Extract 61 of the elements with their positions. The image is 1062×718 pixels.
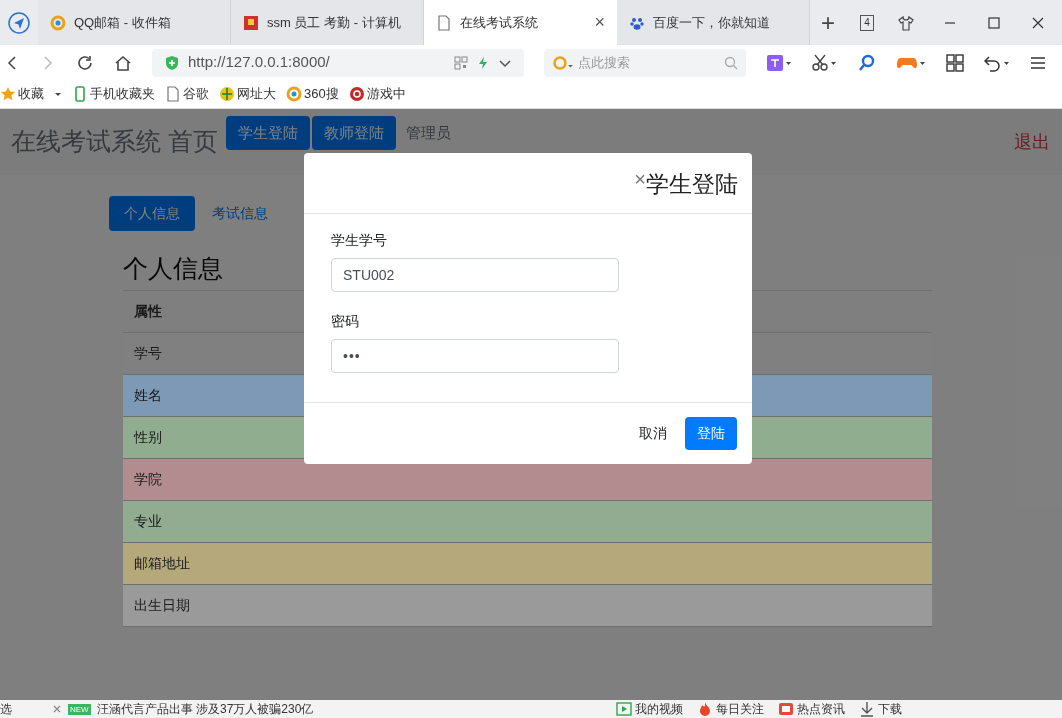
status-item[interactable]: 每日关注 (697, 701, 764, 717)
maximize-icon[interactable] (986, 14, 1002, 31)
status-item[interactable]: 我的视频 (616, 701, 683, 717)
star-icon (0, 86, 16, 102)
new-badge: NEW (68, 703, 91, 715)
section-heading: 个人信息 (123, 253, 223, 283)
table-row: 专业 (123, 501, 932, 543)
browser-tab[interactable]: 在线考试系统 × (424, 0, 617, 45)
bookmark[interactable]: 网址大 (219, 84, 276, 104)
table-row: 学院 (123, 459, 932, 501)
tab-close-button[interactable]: × (594, 9, 605, 36)
password-field[interactable]: ••• (331, 339, 619, 373)
status-text: 选 (0, 701, 12, 717)
status-item[interactable]: 热点资讯 (778, 701, 845, 717)
ring-icon (286, 86, 302, 102)
bookmark[interactable]: 360搜 (286, 84, 339, 104)
address-bar[interactable]: http://127.0.0.1:8000/ (152, 48, 525, 77)
dialog-title: 学生登陆 (646, 170, 738, 199)
reload-icon[interactable] (76, 53, 94, 72)
browser-tab[interactable]: 百度一下，你就知道 (617, 0, 810, 45)
field-label: 密码 (331, 312, 360, 331)
field-label: 学生学号 (331, 231, 388, 250)
shield-icon (164, 54, 180, 71)
grid-icon[interactable] (946, 53, 964, 72)
bookmark[interactable]: 游戏中 (348, 84, 406, 104)
dropdown-icon[interactable] (54, 90, 62, 98)
phone-icon (72, 86, 88, 102)
qr-code-icon[interactable] (454, 55, 469, 70)
navigation-icon[interactable] (8, 11, 30, 34)
flame-icon (697, 701, 713, 717)
bookmark[interactable]: 谷歌 (165, 84, 209, 104)
ring-icon (50, 14, 66, 31)
bookmark[interactable]: 手机收藏夹 (72, 84, 155, 104)
table-row: 邮箱地址 (123, 543, 932, 585)
tab-title: 在线考试系统 (460, 13, 539, 32)
url-text: http://127.0.0.1:8000/ (188, 52, 331, 73)
new-tab-button[interactable]: + (810, 0, 846, 45)
play-icon (616, 701, 632, 717)
table-row: 出生日期 (123, 585, 932, 627)
cancel-button[interactable]: 取消 (636, 417, 670, 450)
magnifier-icon[interactable] (858, 53, 876, 72)
close-button[interactable]: × (634, 169, 646, 189)
shirt-icon[interactable] (898, 14, 914, 31)
tab-title: ssm 员工 考勤 - 计算机 (267, 13, 402, 32)
home-icon[interactable] (114, 53, 132, 72)
download-icon (859, 701, 875, 717)
login-button[interactable]: 登陆 (685, 417, 737, 450)
browser-tab[interactable]: ssm 员工 考勤 - 计算机 (231, 0, 424, 45)
scissors-icon[interactable] (812, 53, 838, 72)
tab-title: 百度一下，你就知道 (653, 13, 771, 32)
status-item[interactable]: 下载 (859, 701, 902, 717)
undo-icon[interactable] (984, 53, 1010, 72)
menu-icon[interactable] (1030, 54, 1046, 71)
bookmark[interactable]: 收藏 (0, 84, 44, 104)
tab-count-button[interactable]: 4 (860, 14, 874, 31)
news-headline[interactable]: 汪涵代言产品出事 涉及37万人被骗230亿 (96, 701, 314, 717)
input-field[interactable]: STU002 (331, 258, 619, 292)
tab-title: QQ邮箱 - 收件箱 (74, 13, 172, 32)
page-icon (436, 14, 452, 31)
page-icon (165, 86, 181, 102)
browser-tab[interactable]: QQ邮箱 - 收件箱 (38, 0, 231, 45)
